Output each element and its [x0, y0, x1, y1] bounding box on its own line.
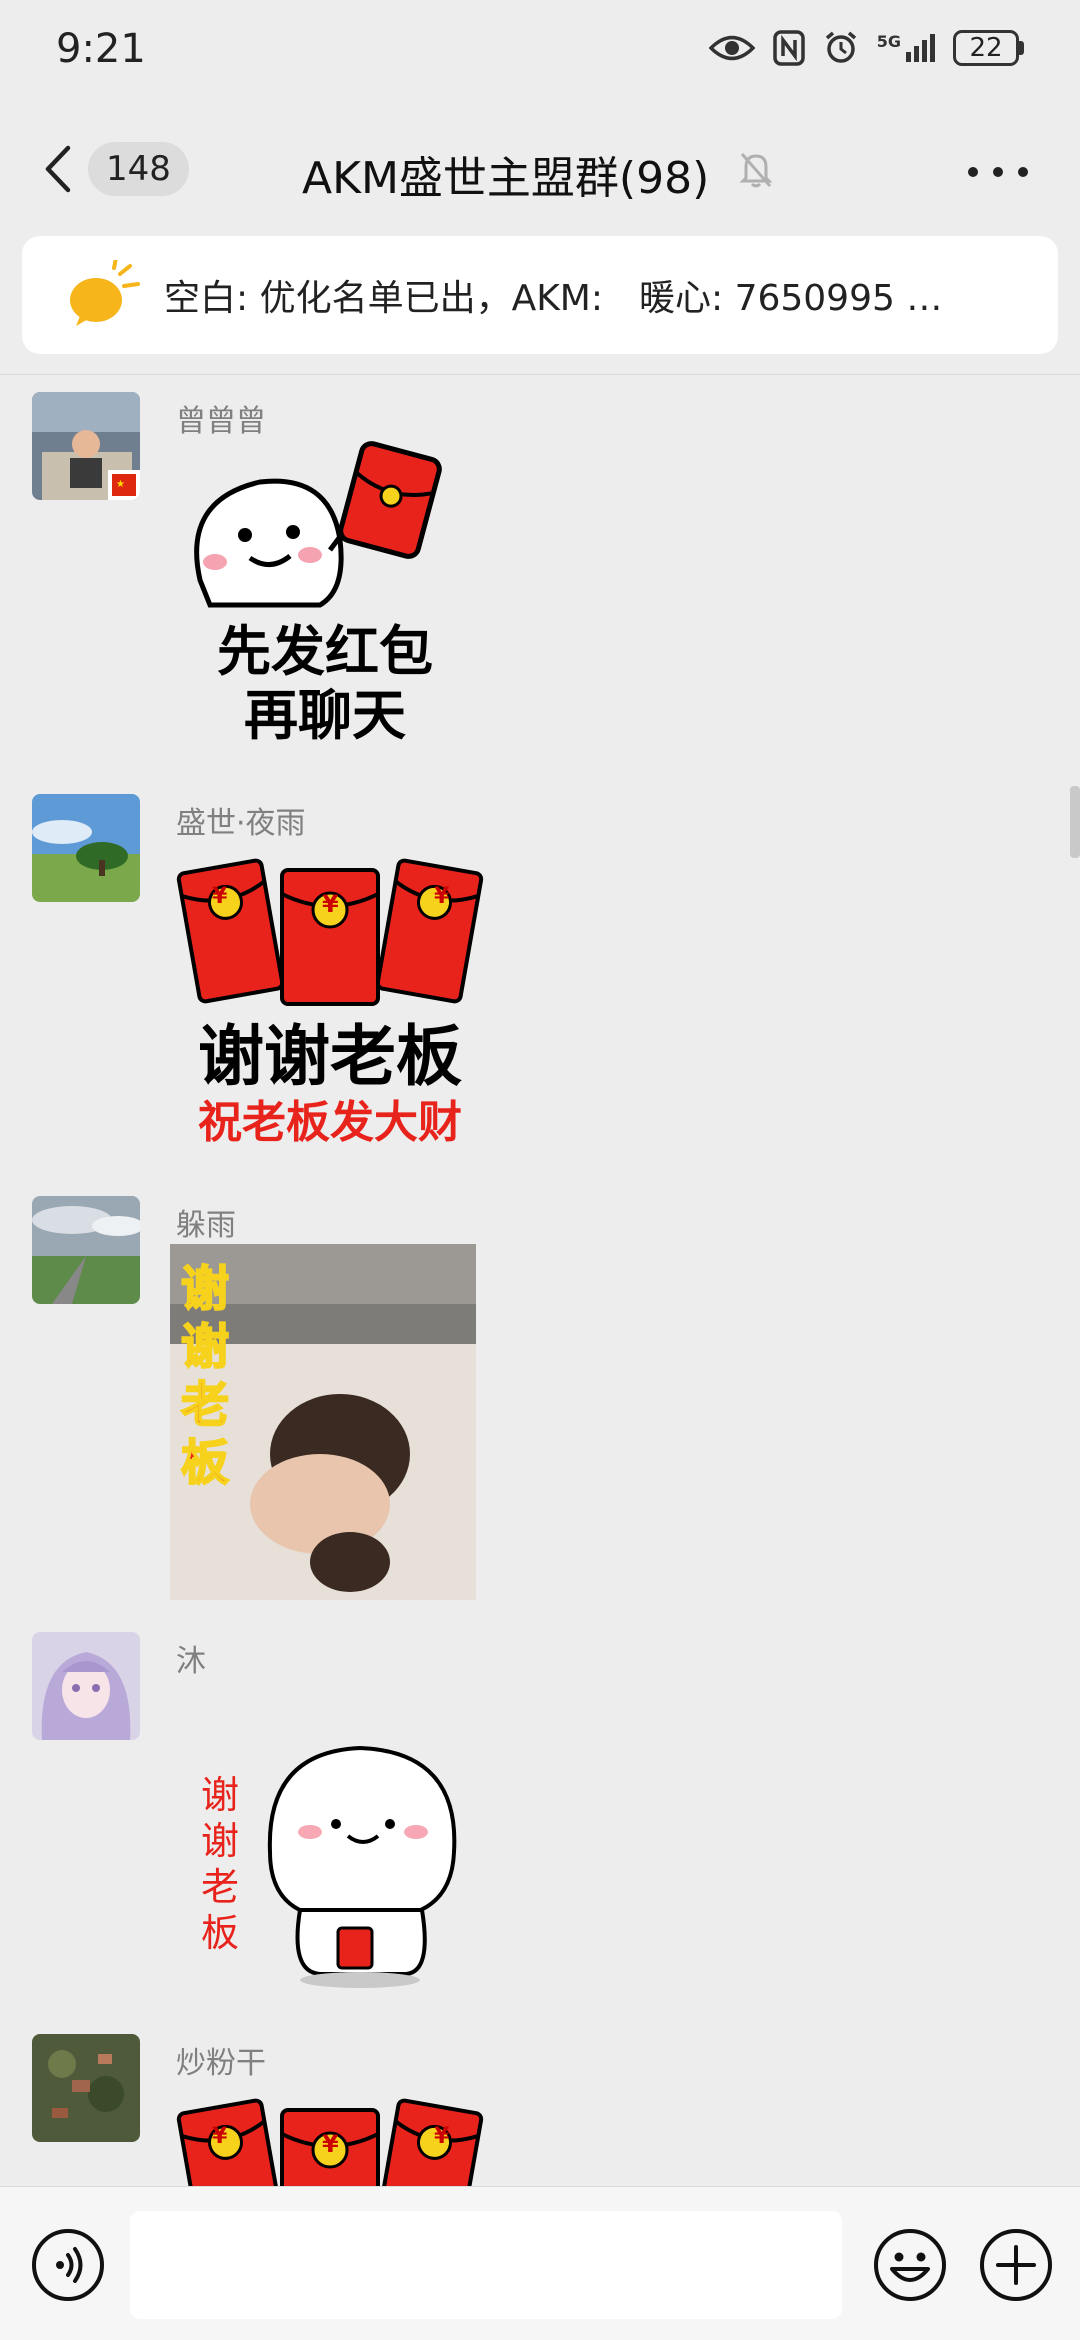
landscape-tree-avatar-icon — [32, 794, 140, 902]
dot-icon — [968, 167, 978, 177]
dot-icon — [1018, 167, 1028, 177]
chat-message: 沐 谢 谢 老 板 — [0, 1632, 1080, 2012]
battery-icon: 22 — [953, 30, 1024, 66]
envelope-yen-mark: ¥ — [212, 2124, 228, 2149]
sender-name: 沐 — [176, 1644, 206, 1679]
voice-input-button[interactable] — [30, 2227, 106, 2303]
envelope-yen-mark: ¥ — [212, 884, 228, 909]
message-input[interactable] — [130, 2211, 842, 2319]
chat-message: 盛世·夜雨 ¥ ¥ ¥ 谢谢老板 祝老板发大财 — [0, 794, 1080, 1174]
more-actions-plus-button[interactable] — [978, 2227, 1054, 2303]
chat-message: 炒粉干 ¥ ¥ ¥ — [0, 2034, 1080, 2186]
battery-level: 22 — [969, 33, 1003, 63]
dot-icon — [993, 167, 1003, 177]
sender-name: 盛世·夜雨 — [176, 806, 306, 841]
group-notice-banner[interactable]: 空白: 优化名单已出，AKM: 暖心: 7650995 … — [22, 236, 1058, 354]
status-bar: 9:21 5G 22 — [0, 0, 1080, 100]
signal-icon: 5G — [877, 34, 935, 62]
sticker-caption-line: 谢谢老板 — [198, 1018, 462, 1095]
envelope-yen-mark: ¥ — [322, 890, 339, 918]
sticker-caption-line: 谢 — [180, 1318, 230, 1376]
unread-count-badge[interactable]: 148 — [88, 142, 189, 196]
envelope-yen-mark: ¥ — [434, 2124, 450, 2149]
more-options-button[interactable] — [968, 152, 1028, 192]
mute-bell-icon — [739, 153, 773, 188]
chat-message: ★ 曾曾曾 先发红包 再聊天 — [0, 392, 1080, 772]
red-envelopes-icon — [176, 858, 484, 1006]
avatar[interactable] — [32, 1196, 140, 1304]
network-type-label: 5G — [876, 32, 901, 51]
svg-text:★: ★ — [116, 479, 125, 490]
sticker-caption-line: 板 — [200, 1911, 239, 1955]
sticker-caption-line: 谢 — [200, 1773, 239, 1817]
back-button[interactable] — [40, 144, 80, 194]
envelope-yen-mark: ¥ — [322, 2130, 339, 2158]
divider — [0, 374, 1080, 375]
sticker-caption-line: 祝老板发大财 — [198, 1097, 462, 1148]
avatar[interactable]: ★ — [32, 392, 140, 500]
aerial-village-avatar-icon — [32, 2034, 140, 2142]
sender-name: 炒粉干 — [176, 2046, 266, 2081]
notice-text: 空白: 优化名单已出，AKM: 暖心: 7650995 … — [164, 278, 943, 319]
sticker-message[interactable]: ¥ ¥ ¥ — [170, 2088, 490, 2186]
sticker-message[interactable]: 先发红包 再聊天 — [170, 440, 480, 760]
sticker-caption-line: 老 — [180, 1376, 230, 1434]
sticker-caption-line: 先发红包 — [217, 620, 433, 683]
child-photo-avatar-icon: ★ — [32, 392, 140, 500]
avatar[interactable] — [32, 1632, 140, 1740]
sticker-caption-line: 老 — [200, 1865, 239, 1909]
envelope-yen-mark: ¥ — [434, 884, 450, 909]
sticker-message[interactable]: 谢 谢 老 板 — [170, 1732, 490, 1992]
sender-name: 躲雨 — [176, 1208, 236, 1243]
sticker-caption-line: 谢 — [180, 1260, 230, 1318]
avatar[interactable] — [32, 794, 140, 902]
alarm-icon — [825, 31, 856, 63]
rainy-road-avatar-icon — [32, 1196, 140, 1304]
chat-message: 躲雨 谢 谢 老 板 — [0, 1196, 1080, 1606]
status-icons: 5G 22 — [708, 30, 1024, 66]
avatar[interactable] — [32, 2034, 140, 2142]
sticker-caption-line: 板 — [180, 1434, 230, 1492]
anime-girl-avatar-icon — [32, 1632, 140, 1740]
nfc-icon — [772, 30, 805, 66]
sticker-caption-line: 再聊天 — [244, 684, 406, 747]
status-time: 9:21 — [56, 26, 146, 72]
input-bar — [0, 2186, 1080, 2340]
sticker-caption-line: 谢 — [200, 1819, 239, 1863]
scrollbar-thumb[interactable] — [1070, 786, 1080, 858]
emoji-button[interactable] — [872, 2227, 948, 2303]
chat-title[interactable]: AKM盛世主盟群(98) — [302, 142, 709, 206]
title-bar: 148 AKM盛世主盟群(98) — [0, 100, 1080, 236]
announcement-megaphone-icon — [70, 260, 140, 326]
sticker-message[interactable]: ¥ ¥ ¥ 谢谢老板 祝老板发大财 — [170, 848, 490, 1158]
sticker-message[interactable]: 谢 谢 老 板 — [170, 1244, 476, 1600]
eye-icon — [708, 35, 755, 61]
sender-name: 曾曾曾 — [176, 404, 266, 439]
